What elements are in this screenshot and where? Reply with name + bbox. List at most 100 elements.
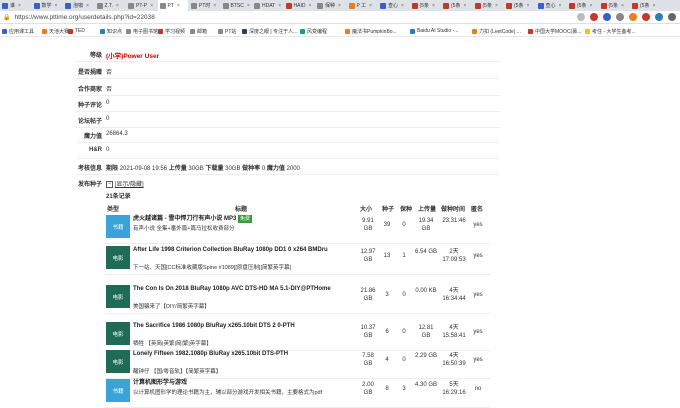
close-icon[interactable]: × — [247, 3, 250, 9]
torrent-title-link[interactable]: The Sacrifice 1986 1080p BluRay x265.10b… — [133, 322, 349, 330]
close-icon[interactable]: × — [308, 3, 311, 9]
bookmark-item[interactable]: 学习视频 — [158, 26, 185, 36]
seeders-value[interactable]: 3 — [380, 291, 394, 299]
torrent-title-text[interactable]: Lonely Fifteen 1982.1080p BluRay x265.10… — [133, 351, 288, 357]
close-icon[interactable]: × — [589, 3, 592, 9]
close-icon[interactable]: × — [369, 3, 372, 9]
address-bar[interactable]: 🔒 https://www.pttime.org/userdetails.php… — [0, 11, 680, 24]
close-icon[interactable]: × — [401, 3, 404, 9]
leechers-value[interactable]: 3 — [398, 385, 410, 393]
col-type[interactable]: 类型 — [107, 204, 119, 213]
bookmark-item[interactable]: 知识点 — [100, 26, 122, 36]
close-icon[interactable]: × — [213, 3, 216, 9]
category-badge[interactable]: 电影 — [106, 246, 130, 269]
browser-tab[interactable]: (5条 × — [441, 0, 472, 11]
browser-tab[interactable]: (5条 × — [410, 0, 441, 11]
close-icon[interactable]: × — [621, 3, 624, 9]
browser-tab[interactable]: (5条 × — [567, 0, 598, 11]
bookmark-item[interactable]: 中国大学MOOC(慕... — [528, 26, 581, 36]
bookmark-item[interactable]: 风变编程 — [300, 26, 327, 36]
col-leechers[interactable]: 保种 — [400, 204, 412, 213]
bookmark-item[interactable]: TED — [68, 26, 85, 36]
torrent-title-text[interactable]: The Sacrifice 1986 1080p BluRay x265.10b… — [133, 323, 295, 329]
col-size[interactable]: 大小 — [360, 204, 372, 213]
browser-tab[interactable]: Z.T. × — [95, 0, 126, 11]
category-badge[interactable]: 电影 — [106, 350, 130, 373]
close-icon[interactable]: × — [177, 3, 180, 9]
extension-icon[interactable] — [603, 13, 611, 21]
seeders-value[interactable]: 39 — [380, 221, 394, 229]
browser-tab[interactable]: 保种 × — [315, 0, 346, 11]
leechers-value[interactable]: 0 — [398, 291, 410, 299]
profile-avatar[interactable] — [655, 13, 663, 21]
bookmark-item[interactable]: 电子图书馆 — [126, 26, 158, 36]
bookmark-item[interactable]: Baidu AI Studio -... — [410, 26, 458, 36]
torrent-title-link[interactable]: The Con Is On 2018 BluRay 1080p AVC DTS-… — [133, 285, 349, 293]
close-icon[interactable]: × — [495, 3, 498, 9]
browser-tab[interactable]: 泡咖 × — [63, 0, 94, 11]
close-icon[interactable]: × — [86, 3, 89, 9]
browser-tab[interactable]: P 工 × — [347, 0, 378, 11]
bookmark-item[interactable]: 天池大赛 — [42, 26, 69, 36]
collapse-icon[interactable]: − — [106, 180, 113, 188]
col-uploaded[interactable]: 上传量 — [418, 204, 436, 213]
bookmark-item[interactable]: 力扣 (LeetCode) ... — [472, 26, 521, 36]
close-icon[interactable]: × — [278, 3, 281, 9]
extension-icon[interactable] — [629, 13, 637, 21]
torrent-title-link[interactable]: 计算机图形学与游戏 — [133, 379, 349, 387]
torrent-title-link[interactable]: 虎火越诸篇 - 雪中悍刀行有声小说 MP3 免费 — [133, 215, 349, 223]
torrent-title-text[interactable]: 计算机图形学与游戏 — [133, 380, 187, 386]
browser-tab[interactable]: BTSC × — [221, 0, 252, 11]
extension-icon[interactable] — [642, 13, 650, 21]
seeders-value[interactable]: 13 — [380, 252, 394, 260]
seeders-value[interactable]: 4 — [380, 356, 394, 364]
torrent-title-link[interactable]: After Life 1998 Criterion Collection Blu… — [133, 246, 349, 254]
bookmark-item[interactable]: 考住 - 大学生备考... — [585, 26, 636, 36]
close-icon[interactable]: × — [55, 3, 58, 9]
close-icon[interactable]: × — [116, 3, 119, 9]
browser-tab[interactable]: 数学 × — [32, 0, 63, 11]
category-badge[interactable]: 电影 — [106, 322, 130, 345]
leechers-value[interactable]: 0 — [398, 328, 410, 336]
bookmark-item[interactable]: 魔法书PumpkinBo... — [345, 26, 397, 36]
col-title[interactable]: 标题 — [235, 204, 247, 213]
seeders-value[interactable]: 6 — [380, 328, 394, 336]
browser-tab[interactable]: (5条 × — [473, 0, 504, 11]
browser-tab[interactable]: 查心 × — [378, 0, 409, 11]
browser-tab[interactable]: 查心 × — [536, 0, 567, 11]
browser-tab[interactable]: PT-P × — [126, 0, 157, 11]
leechers-value[interactable]: 0 — [398, 356, 410, 364]
browser-tab[interactable]: (5条 × — [504, 0, 535, 11]
leechers-value[interactable]: 0 — [398, 221, 410, 229]
bookmark-item[interactable]: PT站 — [218, 26, 236, 36]
bookmark-item[interactable]: 应用课工具 — [2, 26, 34, 36]
torrent-title-text[interactable]: 虎火越诸篇 - 雪中悍刀行有声小说 MP3 — [133, 216, 236, 222]
col-seeders[interactable]: 种子 — [382, 204, 394, 213]
category-badge[interactable]: 书籍 — [106, 215, 130, 238]
extension-icon[interactable] — [590, 13, 598, 21]
star-icon[interactable] — [577, 13, 585, 21]
browser-tab[interactable]: (5条 × — [599, 0, 630, 11]
torrent-title-link[interactable]: Lonely Fifteen 1982.1080p BluRay x265.10… — [133, 350, 349, 358]
close-icon[interactable]: × — [18, 3, 21, 9]
close-icon[interactable]: × — [652, 3, 655, 9]
leechers-value[interactable]: 1 — [398, 252, 410, 260]
bookmark-item[interactable]: 深度之眼 | 专注于人... — [242, 26, 297, 36]
browser-tab[interactable]: PT时 × — [189, 0, 220, 11]
extension-icon[interactable] — [616, 13, 624, 21]
close-icon[interactable]: × — [463, 3, 466, 9]
browser-tab[interactable]: HAID × — [284, 0, 315, 11]
browser-tab[interactable]: (5条 × — [630, 0, 661, 11]
bookmark-item[interactable]: 邮箱 — [190, 26, 207, 36]
torrent-title-text[interactable]: The Con Is On 2018 BluRay 1080p AVC DTS-… — [133, 286, 331, 292]
seeders-value[interactable]: 8 — [380, 385, 394, 393]
close-icon[interactable]: × — [526, 3, 529, 9]
close-icon[interactable]: × — [559, 3, 562, 9]
torrent-title-text[interactable]: After Life 1998 Criterion Collection Blu… — [133, 247, 328, 253]
close-icon[interactable]: × — [432, 3, 435, 9]
url-text[interactable]: https://www.pttime.org/userdetails.php?i… — [14, 14, 154, 21]
close-icon[interactable]: × — [338, 3, 341, 9]
menu-icon[interactable] — [668, 13, 676, 21]
close-icon[interactable]: × — [150, 3, 153, 9]
col-anonymous[interactable]: 匿名 — [471, 204, 483, 213]
